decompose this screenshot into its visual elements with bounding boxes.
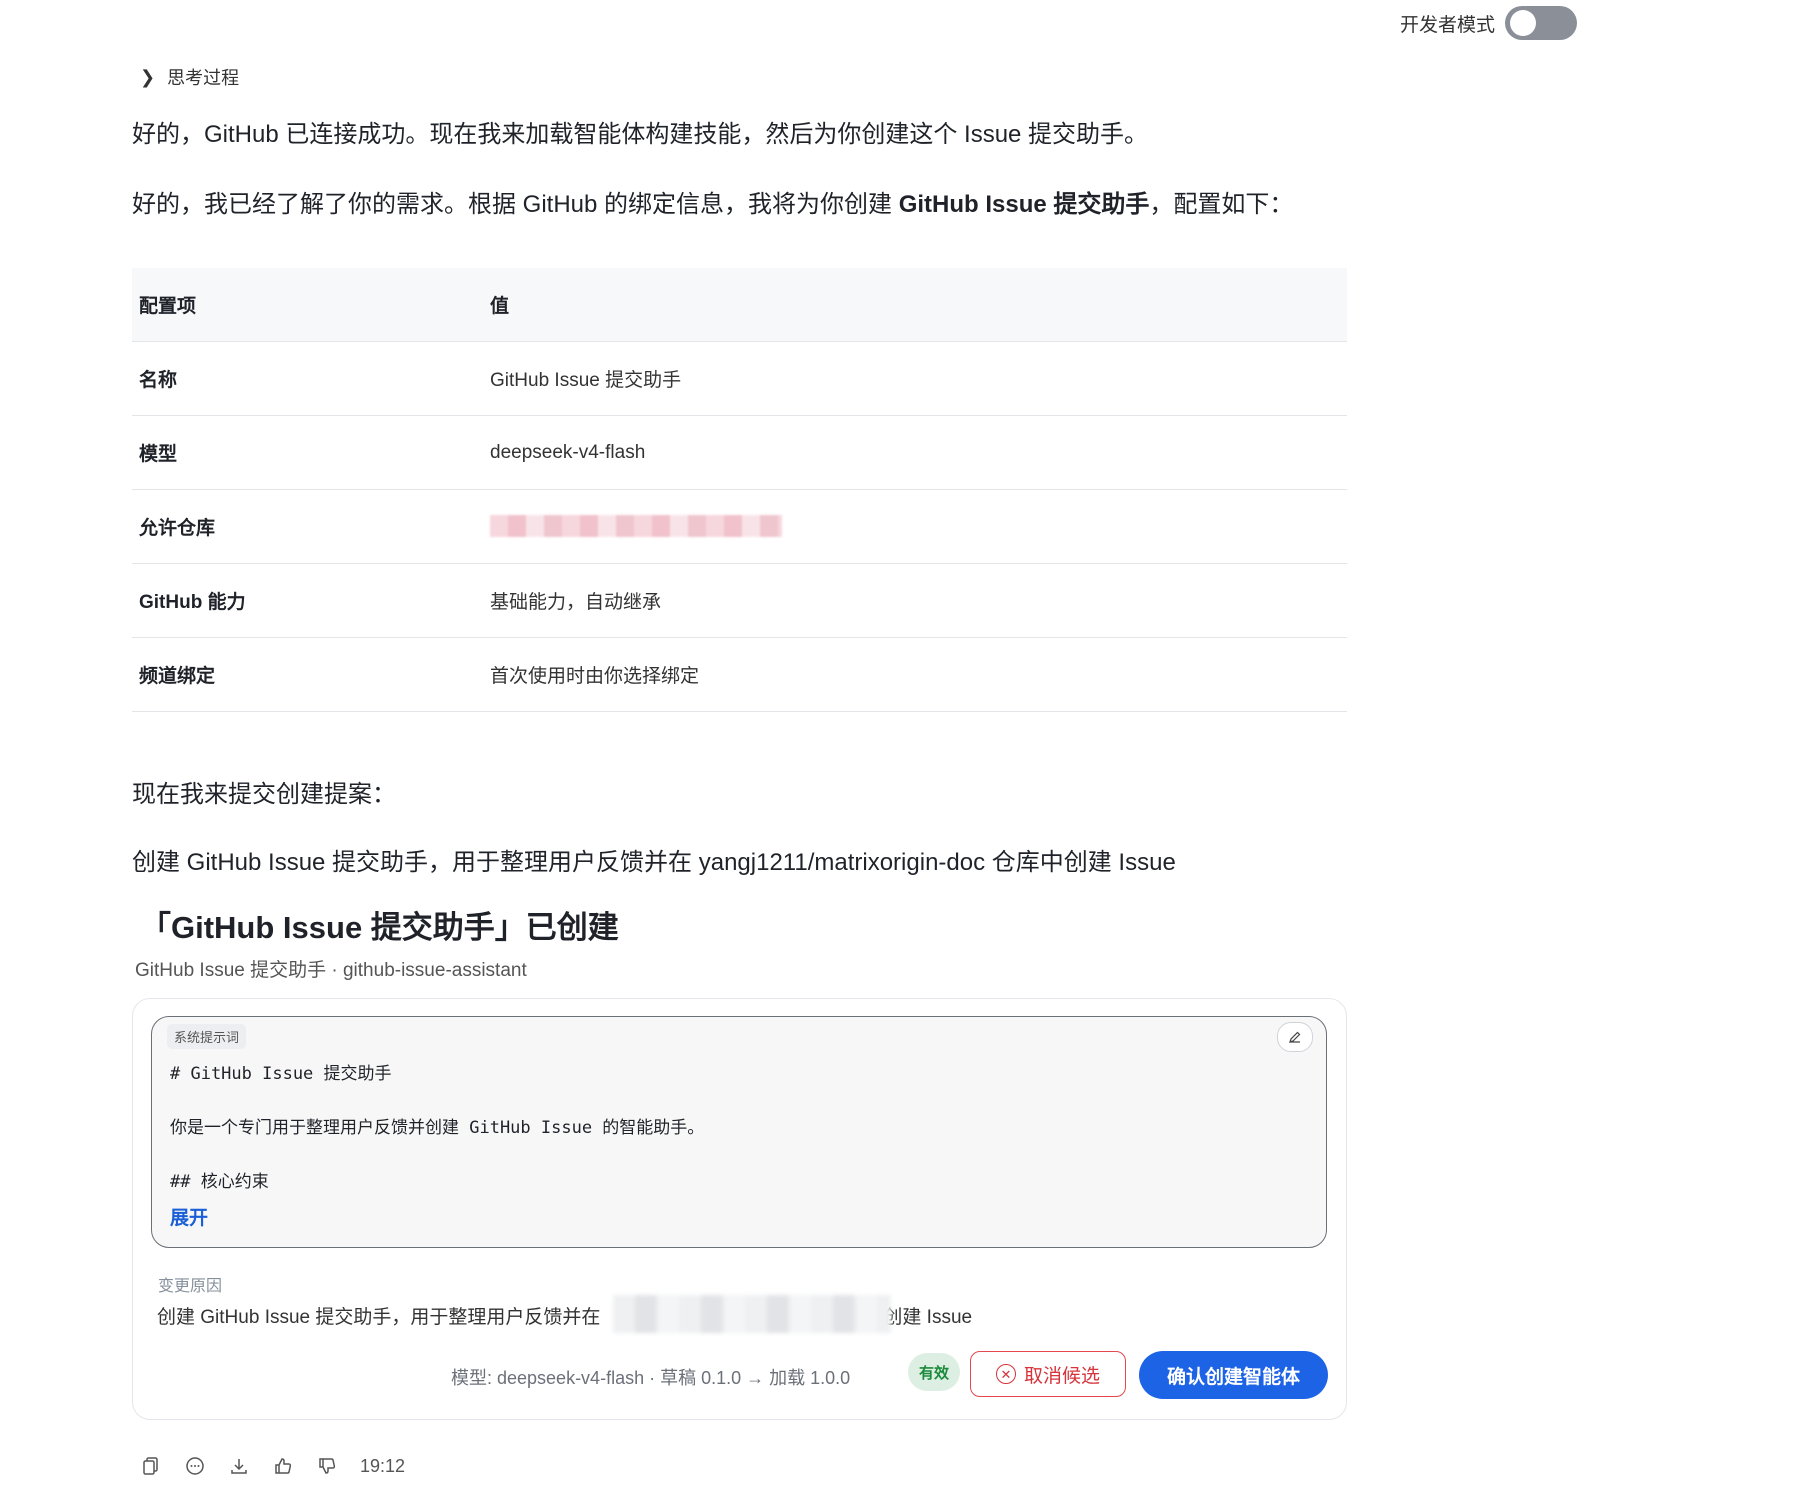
copy-icon[interactable] bbox=[140, 1455, 162, 1477]
version-meta: 模型: deepseek-v4-flash · 草稿 0.1.0 → 加载 1.… bbox=[451, 1368, 851, 1388]
agent-created-subtitle: GitHub Issue 提交助手 · github-issue-assista… bbox=[135, 960, 527, 981]
table-cell-value: 基础能力，自动继承 bbox=[483, 563, 1347, 638]
thumbs-down-icon[interactable] bbox=[316, 1455, 338, 1477]
message-actions: 19:12 bbox=[140, 1455, 405, 1477]
table-cell-key: 允许仓库 bbox=[132, 489, 483, 564]
table-cell-value: 首次使用时由你选择绑定 bbox=[483, 637, 1347, 712]
table-cell-value bbox=[483, 489, 1347, 564]
column-header: 值 bbox=[483, 268, 1347, 342]
thinking-label: 思考过程 bbox=[167, 68, 240, 88]
chevron-right-icon: ❯ bbox=[140, 66, 156, 87]
text-segment: 好的，我已经了解了你的需求。根据 GitHub 的绑定信息，我将为你创建 bbox=[132, 191, 899, 218]
cancel-label: 取消候选 bbox=[1023, 1365, 1100, 1387]
confirm-create-agent-button[interactable]: 确认创建智能体 bbox=[1139, 1351, 1328, 1399]
switch-knob bbox=[1510, 10, 1537, 36]
table-cell-value: deepseek-v4-flash bbox=[483, 415, 1347, 490]
developer-mode-toggle-group: 开发者模式 bbox=[1400, 6, 1578, 40]
system-prompt-box: 系统提示词 # GitHub Issue 提交助手 你是一个专门用于整理用户反馈… bbox=[151, 1016, 1327, 1248]
prompt-line: ## 核心约束 bbox=[170, 1172, 269, 1192]
edit-prompt-button[interactable] bbox=[1277, 1022, 1313, 1052]
table-row: GitHub 能力 基础能力，自动继承 bbox=[132, 563, 1347, 638]
prompt-line: # GitHub Issue 提交助手 bbox=[170, 1064, 392, 1084]
table-cell-key: 模型 bbox=[132, 415, 483, 490]
download-icon[interactable] bbox=[228, 1455, 250, 1477]
thumbs-up-icon[interactable] bbox=[272, 1455, 294, 1477]
bold-text: GitHub Issue 提交助手 bbox=[898, 191, 1150, 218]
expand-prompt-link[interactable]: 展开 bbox=[170, 1203, 208, 1230]
message-paragraph: 创建 GitHub Issue 提交助手，用于整理用户反馈并在 yangj121… bbox=[132, 849, 1176, 876]
message-paragraph: 现在我来提交创建提案： bbox=[132, 781, 396, 808]
developer-mode-label: 开发者模式 bbox=[1400, 14, 1496, 36]
status-badge: 有效 bbox=[908, 1353, 960, 1391]
table-header-row: 配置项 值 bbox=[132, 268, 1347, 342]
table-cell-key: 名称 bbox=[132, 341, 483, 416]
system-prompt-tag: 系统提示词 bbox=[167, 1024, 247, 1049]
developer-mode-switch[interactable] bbox=[1505, 6, 1578, 40]
prompt-line: 你是一个专门用于整理用户反馈并创建 GitHub Issue 的智能助手。 bbox=[170, 1118, 705, 1138]
table-row: 频道绑定 首次使用时由你选择绑定 bbox=[132, 637, 1347, 712]
reason-prefix: 创建 GitHub Issue 提交助手，用于整理用户反馈并在 bbox=[157, 1307, 601, 1328]
comment-icon[interactable] bbox=[184, 1455, 206, 1477]
table-row: 允许仓库 bbox=[132, 489, 1347, 564]
redacted-repo-name bbox=[613, 1295, 891, 1333]
agent-proposal-card: 系统提示词 # GitHub Issue 提交助手 你是一个专门用于整理用户反馈… bbox=[132, 998, 1347, 1420]
text-segment: ，配置如下： bbox=[1149, 191, 1294, 218]
close-circle-icon: ✕ bbox=[995, 1364, 1016, 1384]
table-row: 模型 deepseek-v4-flash bbox=[132, 415, 1347, 490]
table-cell-key: 频道绑定 bbox=[132, 637, 483, 712]
message-paragraph: 好的，GitHub 已连接成功。现在我来加载智能体构建技能，然后为你创建这个 I… bbox=[132, 121, 1149, 148]
agent-created-title: 「GitHub Issue 提交助手」已创建 bbox=[140, 910, 619, 945]
pencil-icon bbox=[1289, 1031, 1301, 1043]
table-cell-key: GitHub 能力 bbox=[132, 563, 483, 638]
table-row: 名称 GitHub Issue 提交助手 bbox=[132, 341, 1347, 416]
change-reason-label: 变更原因 bbox=[158, 1278, 223, 1295]
config-table: 配置项 值 名称 GitHub Issue 提交助手 模型 deepseek-v… bbox=[132, 268, 1347, 712]
column-header: 配置项 bbox=[132, 268, 483, 342]
redacted-value bbox=[490, 515, 782, 538]
message-paragraph: 好的，我已经了解了你的需求。根据 GitHub 的绑定信息，我将为你创建 Git… bbox=[132, 184, 1293, 219]
thinking-process-toggle[interactable]: ❯ 思考过程 bbox=[140, 64, 239, 90]
message-timestamp: 19:12 bbox=[360, 1455, 406, 1476]
table-cell-value: GitHub Issue 提交助手 bbox=[483, 341, 1347, 416]
cancel-candidate-button[interactable]: ✕ 取消候选 bbox=[970, 1351, 1126, 1397]
